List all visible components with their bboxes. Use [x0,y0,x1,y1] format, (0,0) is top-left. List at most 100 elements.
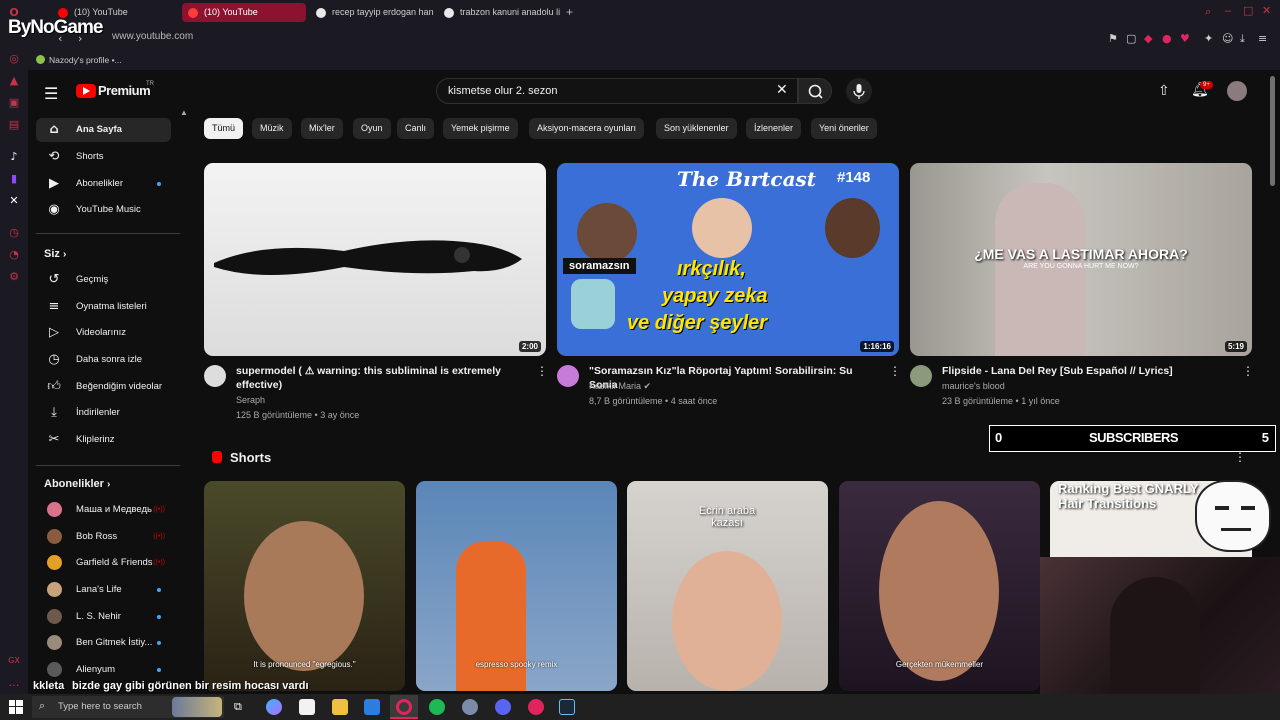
video-thumbnail[interactable]: ¿ME VAS A LASTIMAR AHORA? ARE YOU GONNA … [910,163,1252,356]
account-icon[interactable]: ☺ [1222,32,1233,45]
chip-watched[interactable]: İzlenenler [746,118,802,139]
avatar[interactable] [1227,81,1247,101]
menu-icon[interactable]: ≡ [1258,32,1267,45]
discord-icon[interactable] [495,699,511,715]
sidebar-item-home[interactable]: ⌂ Ana Sayfa [36,118,171,142]
sidebar-item-your-videos[interactable]: ▷ Videolarınız [36,321,171,345]
taskbar-search-box[interactable]: ⌕ Type here to search [32,696,224,718]
sidebar-channel[interactable]: Bob Ross ((•)) [36,525,171,549]
browser-tab[interactable]: recep tayyip erdogan han [310,3,434,22]
chip-live[interactable]: Canlı [397,118,435,139]
browser-tab-active[interactable]: (10) YouTube [182,3,306,22]
short-thumbnail[interactable]: Ecrin araba kazası [627,481,828,691]
taskbar-active-app[interactable] [390,695,418,719]
channel-name[interactable]: Kazıklı Maria ✔ [589,381,651,392]
search-tabs-icon[interactable]: ⌕ [1205,5,1211,19]
channel-name[interactable]: maurice's blood [942,381,1005,391]
messenger-icon[interactable]: ▣ [7,96,21,110]
speed-dial-icon[interactable]: ◎ [7,52,21,66]
tiktok-icon[interactable]: ♪ [7,150,21,164]
short-thumbnail[interactable]: espresso spooky remix [416,481,617,691]
download-icon[interactable]: ⤓ [1240,32,1245,46]
news-icon[interactable]: ▤ [7,118,21,132]
heart-icon[interactable]: ♥ [1180,32,1190,45]
sidebar-channel[interactable]: Ben Gitmek İstiy... [36,631,171,655]
chip-recently-uploaded[interactable]: Son yüklenenler [656,118,737,139]
settings-icon[interactable]: ⚙ [7,270,21,284]
extensions-icon[interactable]: ✦ [1204,32,1213,45]
short-thumbnail[interactable]: Gerçekten mükemmeller [839,481,1040,691]
gx-corner-icon[interactable]: ▲ [7,74,21,88]
obs-icon[interactable] [528,699,544,715]
chip-cooking[interactable]: Yemek pişirme [443,118,518,139]
channel-avatar[interactable] [557,365,579,387]
chip-new-to-you[interactable]: Yeni öneriler [811,118,877,139]
windows-start-icon[interactable] [9,700,23,714]
sidebar-channel[interactable]: Alienyum [36,658,171,682]
sidebar-channel[interactable]: L. S. Nehir [36,605,171,629]
search-button[interactable] [798,78,832,104]
sidebar-item-watch-later[interactable]: ◷ Daha sonra izle [36,348,171,372]
file-explorer-icon[interactable] [332,699,348,715]
search-input[interactable]: kismetse olur 2. sezon [436,78,798,104]
channel-name[interactable]: Seraph [236,395,265,405]
profile-bookmark[interactable]: Nazody's profile •... [49,55,122,65]
minimize-icon[interactable]: – [1225,5,1231,17]
copilot-icon[interactable] [266,699,282,715]
store-icon[interactable] [299,699,315,715]
more-options-icon[interactable]: ⋮ [1234,450,1246,464]
shield-icon[interactable]: ◆ [1144,32,1152,45]
video-thumbnail[interactable]: 2:00 [204,163,546,356]
youtube-premium-logo[interactable]: Premium [98,83,151,98]
spotify-icon[interactable] [429,699,445,715]
sidebar-channel[interactable]: Lana's Life [36,578,171,602]
steam-icon[interactable] [559,699,575,715]
video-title[interactable]: supermodel ( ⚠ warning: this subliminal … [236,364,526,392]
extension-icon[interactable]: ⚑ [1108,32,1118,45]
sidebar-item-playlists[interactable]: ≡ Oynatma listeleri [36,295,171,319]
sidebar-item-subscriptions[interactable]: ▶ Abonelikler [36,172,171,196]
x-icon[interactable]: ✕ [7,194,21,208]
snapshot-icon[interactable]: ▢ [1126,32,1136,45]
upload-icon[interactable]: ⇧ [1158,83,1170,99]
more-options-icon[interactable]: ⋮ [889,364,901,378]
scroll-up-icon[interactable]: ▲ [180,108,188,117]
video-title[interactable]: Flipside - Lana Del Rey [Sub Español // … [942,364,1232,378]
sidebar-item-clips[interactable]: ✂ Kliplerinz [36,428,171,452]
address-bar[interactable]: www.youtube.com [112,31,193,42]
mail-icon[interactable] [364,699,380,715]
guide-menu-icon[interactable]: ☰ [44,84,58,103]
bookmarks-icon[interactable]: ◔ [7,248,21,262]
close-icon[interactable]: ✕ [1262,4,1271,17]
chip-mixes[interactable]: Mix'ler [301,118,343,139]
more-options-icon[interactable]: ⋮ [536,364,548,378]
channel-avatar[interactable] [910,365,932,387]
voice-search-button[interactable] [846,78,872,104]
sidebar-channel[interactable]: Маша и Медведь ((•)) [36,498,171,522]
more-options-icon[interactable]: ⋮ [1242,364,1254,378]
history-icon[interactable]: ◷ [7,226,21,240]
chip-action-adventure[interactable]: Aksiyon-macera oyunları [529,118,645,139]
chip-gaming[interactable]: Oyun [353,118,391,139]
you-section-header[interactable]: Siz › [44,248,66,260]
new-tab-button[interactable]: + [566,5,573,19]
sidebar-item-shorts[interactable]: ⟲ Shorts [36,145,171,169]
sidebar-item-liked-videos[interactable]: 👍︎ Beğendiğim videolar [36,375,171,399]
chip-music[interactable]: Müzik [252,118,292,139]
sidebar-item-downloads[interactable]: ⤓ İndirilenler [36,401,171,425]
twitch-icon[interactable]: ▮ [7,172,21,186]
sidebar-channel[interactable]: Garfield & Friends ((•)) [36,551,171,575]
wallet-icon[interactable]: ● [1162,32,1172,45]
subscriptions-section-header[interactable]: Abonelikler › [44,478,110,490]
chip-all[interactable]: Tümü [204,118,244,139]
video-thumbnail[interactable]: The Bırtcast #148 soramazsın ırkçılık, y… [557,163,899,356]
browser-tab[interactable]: trabzon kanuni anadolu li [438,3,562,22]
task-view-icon[interactable]: ⧉ [234,700,242,714]
app-icon[interactable] [462,699,478,715]
short-thumbnail[interactable]: It is pronounced "egregious." [204,481,405,691]
page-scrollbar[interactable] [1270,76,1275,186]
youtube-logo-icon[interactable] [76,84,96,98]
channel-avatar[interactable] [204,365,226,387]
clear-search-icon[interactable]: ✕ [776,82,788,98]
sidebar-item-youtube-music[interactable]: ◉ YouTube Music [36,198,171,222]
